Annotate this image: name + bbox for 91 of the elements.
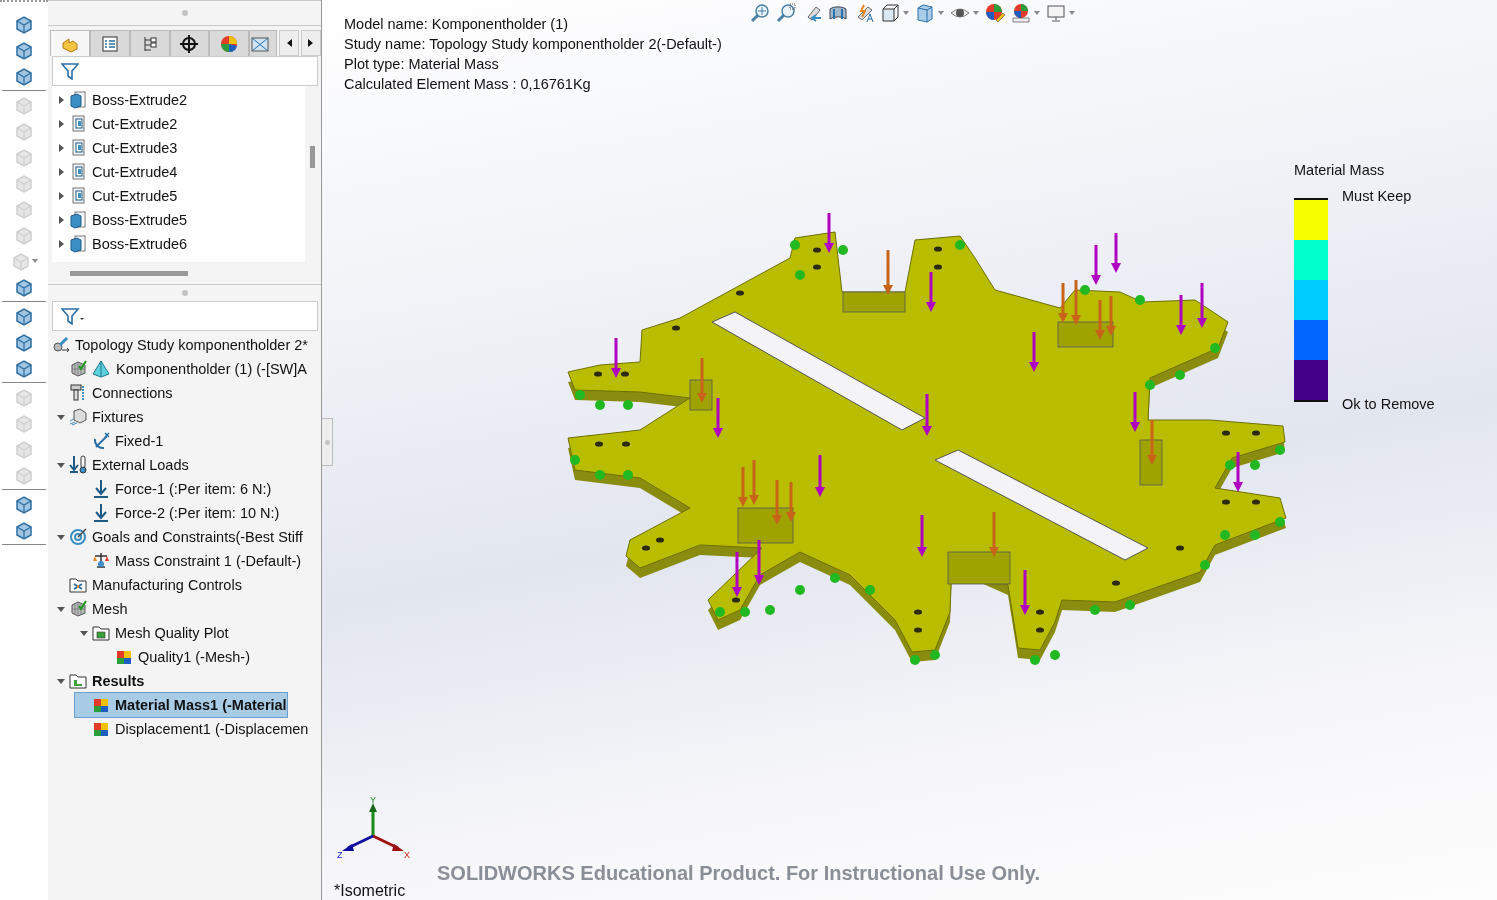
left-triangle-icon (286, 39, 292, 47)
tree-item[interactable]: Mesh (52, 597, 128, 621)
scroll-left-button[interactable] (279, 30, 300, 56)
folder-icon (92, 623, 110, 643)
plot-info-text: Study name: Topology Study komponentholder 2(-Default-) (344, 35, 722, 54)
tree-item[interactable]: Displacement1 (-Displacemen (75, 717, 309, 741)
tree-item[interactable]: Mesh Quality Plot (75, 621, 229, 645)
caret-icon (1034, 11, 1040, 15)
mesh-icon (69, 599, 87, 619)
tree-item[interactable]: Cut-Extrude3 (52, 136, 178, 160)
cut-icon (69, 162, 87, 182)
plot-info-text: Plot type: Material Mass (344, 55, 500, 74)
toolbar-button[interactable] (828, 3, 848, 23)
caret-icon (903, 11, 909, 15)
toolbar-button[interactable] (1011, 3, 1031, 23)
splitter-handle[interactable] (181, 10, 188, 16)
splitter-handle[interactable] (181, 290, 188, 296)
view-name: *Isometric (334, 882, 406, 900)
filter-dropdown-icon (61, 307, 85, 325)
extrusion-icon (69, 210, 87, 230)
panel-tab[interactable] (169, 30, 210, 56)
scroll-right-button[interactable] (301, 30, 321, 56)
scrollbar-thumb[interactable] (310, 146, 315, 168)
scrollbar-thumb[interactable] (70, 270, 188, 276)
target-icon (69, 527, 87, 547)
legend-label: Must Keep (1342, 188, 1413, 204)
caret-icon (1069, 11, 1075, 15)
tree-item[interactable]: Material Mass1 (-Material (75, 693, 287, 717)
tree-item[interactable]: Topology Study komponentholder 2* (52, 333, 308, 357)
mesh-icon (69, 359, 87, 379)
folder-icon (69, 575, 87, 595)
toolbar-button[interactable] (985, 3, 1005, 23)
bolt-icon (69, 383, 87, 403)
tree-item[interactable]: Force-2 (:Per item: 10 N:) (75, 501, 280, 525)
caret-icon (31, 259, 38, 263)
folder-icon (69, 671, 87, 691)
tree-item[interactable]: Connections (52, 381, 173, 405)
legend-title: Material Mass (1294, 162, 1386, 178)
tree-item[interactable]: External Loads (52, 453, 189, 477)
tree-item[interactable]: Boss-Extrude5 (52, 208, 188, 232)
filter-icon (61, 62, 79, 80)
extrusion-icon (69, 234, 87, 254)
filter-field[interactable] (52, 301, 318, 331)
tree-item[interactable]: Mass Constraint 1 (-Default-) (75, 549, 302, 573)
down-arrow-icon (92, 479, 110, 499)
tree-item[interactable]: Komponentholder (1) (-[SW]A (52, 357, 307, 381)
tree-item[interactable]: Cut-Extrude2 (52, 112, 178, 136)
tree-item[interactable]: Goals and Constraints(-Best Stiff (52, 525, 303, 549)
tree-item[interactable]: Cut-Extrude5 (52, 184, 178, 208)
section-view-icon (828, 3, 848, 23)
clamp-icon (69, 407, 87, 427)
plot-info-text: Calculated Element Mass : 0,16761Kg (344, 75, 592, 94)
shaded-cube-icon (915, 3, 935, 23)
plot-info-text: Model name: Komponentholder (1) (344, 15, 570, 34)
tree-item[interactable]: Results (52, 669, 145, 693)
toolbar-button[interactable] (880, 3, 900, 23)
tree-item[interactable]: Manufacturing Controls (52, 573, 242, 597)
caret-icon (938, 11, 944, 15)
zoom-to-fit-icon (750, 3, 770, 23)
axis-triad-drawing: Y Z X (336, 794, 416, 860)
anchor-icon (92, 431, 110, 451)
right-triangle-icon (308, 39, 314, 47)
study-icon (52, 335, 70, 355)
filter-field[interactable] (52, 56, 318, 86)
color-ball-icon (219, 33, 240, 54)
cube-icon (880, 3, 900, 23)
color-ball-icon (985, 3, 1005, 23)
tree-item[interactable]: Cut-Extrude4 (52, 160, 178, 184)
scale-icon (92, 551, 110, 571)
load-icon (69, 455, 87, 475)
monitor-icon (1046, 3, 1066, 23)
legend-label: Ok to Remove (1342, 396, 1435, 412)
extrusion-icon (69, 90, 87, 110)
down-arrow-icon (92, 503, 110, 523)
pyramid-icon (91, 359, 111, 379)
license-notice: SOLIDWORKS Educational Product. For Instructional Use Only. (437, 862, 1041, 885)
tree-item[interactable]: Force-1 (:Per item: 6 N:) (75, 477, 272, 501)
caret-icon (973, 11, 979, 15)
tree-item[interactable]: Fixed-1 (75, 429, 164, 453)
crosshair-icon (179, 33, 200, 54)
tree-item[interactable]: Quality1 (-Mesh-) (98, 645, 250, 669)
tree-item[interactable]: Boss-Extrude2 (52, 88, 188, 112)
tree-item[interactable]: Boss-Extrude6 (52, 232, 188, 256)
tree-item[interactable]: Fixtures (52, 405, 144, 429)
cut-icon (69, 186, 87, 206)
panel-collapse-handle[interactable] (322, 418, 333, 466)
zoom-area-icon (776, 3, 796, 23)
cut-icon (69, 138, 87, 158)
list-icon (99, 33, 120, 54)
color-ball-icon (1011, 3, 1031, 23)
cut-icon (69, 114, 87, 134)
